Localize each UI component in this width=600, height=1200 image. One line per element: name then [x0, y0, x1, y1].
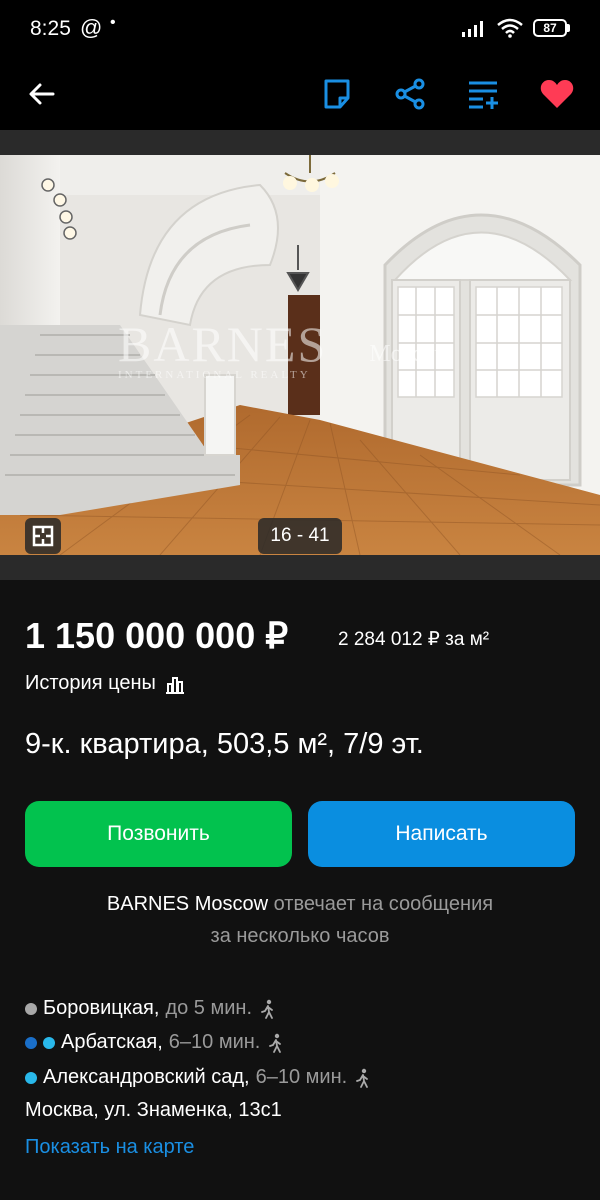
price-history-label: История цены	[25, 672, 156, 694]
status-indicators: 87	[461, 18, 570, 38]
response-text-2: за несколько часов	[210, 925, 390, 947]
price-per-m2: 2 284 012 ₽ за м²	[338, 629, 490, 650]
status-time: 8:25	[30, 17, 71, 40]
back-button[interactable]	[20, 72, 64, 116]
price-history-link[interactable]: История цены	[25, 672, 186, 695]
battery-indicator: 87	[533, 19, 570, 37]
floor-plan-icon	[32, 525, 54, 547]
status-at-icon: @	[80, 15, 103, 40]
photo-divider	[0, 555, 600, 580]
walking-icon	[269, 1033, 282, 1053]
wifi-icon	[497, 18, 523, 38]
metro-station-name: Арбатская,	[61, 1031, 163, 1053]
arrow-left-icon	[29, 83, 55, 105]
floor-plan-button[interactable]	[25, 518, 61, 554]
favorite-button[interactable]	[535, 72, 579, 116]
watermark-brand: BARNES	[118, 316, 328, 372]
listing-photo[interactable]: BARNES Moscow INTERNATIONAL REALTY	[0, 155, 600, 555]
toolbar-divider	[0, 130, 600, 155]
call-button[interactable]: Позвонить	[25, 801, 292, 867]
photo-watermark: BARNES Moscow INTERNATIONAL REALTY	[118, 315, 452, 381]
share-icon	[395, 78, 425, 110]
compare-list-icon	[469, 81, 498, 109]
top-toolbar	[0, 58, 600, 130]
listing-price: 1 150 000 000 ₽	[25, 615, 289, 656]
metro-line-dot	[25, 1036, 37, 1049]
metro-item: Боровицкая, до 5 мин.	[25, 997, 276, 1020]
write-button[interactable]: Написать	[308, 801, 575, 867]
response-text-1: отвечает на сообщения	[273, 893, 494, 915]
note-icon	[324, 79, 350, 109]
metro-item: Арбатская, 6–10 мин.	[25, 1031, 284, 1054]
metro-line-dot	[25, 1071, 37, 1084]
note-button[interactable]	[315, 72, 359, 116]
listing-title: 9-к. квартира, 503,5 м², 7/9 эт.	[25, 728, 424, 760]
metro-station-name: Александровский сад,	[43, 1066, 250, 1088]
address: Москва, ул. Знаменка, 13с1	[25, 1099, 282, 1121]
battery-level: 87	[533, 19, 567, 37]
watermark-city: Moscow	[369, 341, 452, 367]
show-on-map-link[interactable]: Показать на карте	[25, 1136, 194, 1159]
metro-line-dot	[43, 1036, 55, 1049]
share-button[interactable]	[388, 72, 432, 116]
metro-item: Александровский сад, 6–10 мин.	[25, 1066, 371, 1089]
walking-icon	[261, 999, 273, 1019]
metro-station-name: Боровицкая,	[43, 997, 160, 1019]
heart-icon	[540, 80, 574, 108]
metro-walk-time: 6–10 мин.	[168, 1031, 261, 1053]
battery-tip	[567, 24, 570, 32]
walking-icon	[356, 1068, 369, 1088]
bar-chart-icon	[165, 676, 184, 694]
seller-response-info: BARNES Moscow отвечает на сообщения за н…	[0, 888, 600, 952]
metro-line-dot	[25, 1002, 37, 1015]
compare-button[interactable]	[462, 72, 506, 116]
photo-counter: 16 - 41	[258, 518, 342, 554]
status-bar: 8:25 @ • 87	[0, 0, 600, 58]
metro-walk-time: 6–10 мин.	[255, 1066, 348, 1088]
seller-name[interactable]: BARNES Moscow	[107, 893, 268, 915]
watermark-sub: INTERNATIONAL REALTY	[118, 369, 311, 381]
signal-icon	[462, 21, 483, 37]
metro-walk-time: до 5 мин.	[165, 997, 253, 1019]
status-dot: •	[110, 14, 116, 31]
